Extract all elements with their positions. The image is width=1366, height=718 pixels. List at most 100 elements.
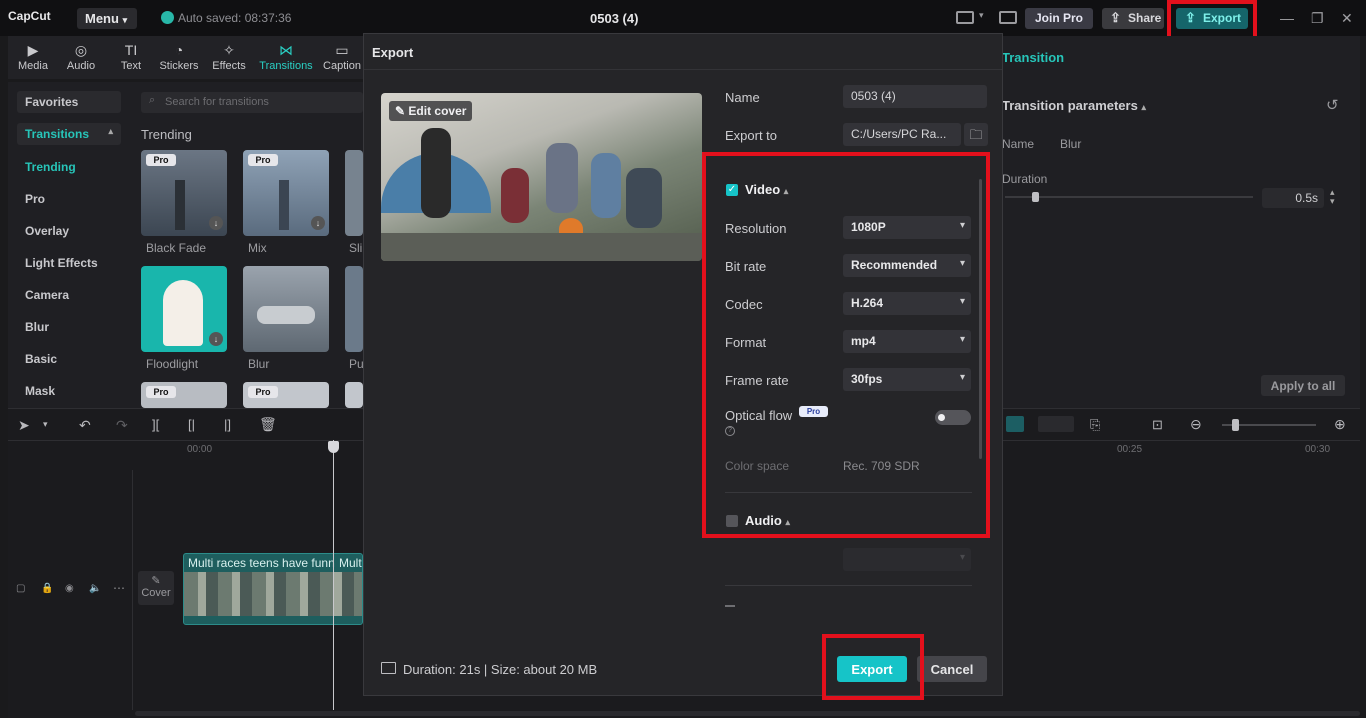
reset-icon[interactable]: ↺ xyxy=(1326,96,1339,114)
playhead-handle[interactable] xyxy=(328,441,339,453)
audio-icon[interactable]: 🔈 xyxy=(89,583,101,594)
dialog-divider xyxy=(364,69,1002,70)
playhead[interactable] xyxy=(333,440,334,710)
snap-toggle-icon[interactable] xyxy=(1006,416,1024,432)
transition-thumb-floodlight[interactable]: ↓ xyxy=(141,266,227,352)
share-button[interactable]: ⇪ Share xyxy=(1102,8,1164,29)
tool-audio[interactable]: ◎ Audio xyxy=(57,42,105,72)
eye-icon[interactable]: ◉ xyxy=(65,583,74,594)
transition-thumb-slide[interactable] xyxy=(345,150,363,236)
sidebar-item-light-effects[interactable]: Light Effects xyxy=(25,256,98,270)
more-icon[interactable]: ⋯ xyxy=(113,581,125,595)
transition-thumb[interactable]: Pro xyxy=(141,382,227,408)
export-to-label: Export to xyxy=(725,128,778,143)
track-header-divider xyxy=(132,470,133,710)
thumb-label: Blur xyxy=(248,357,270,371)
name-input[interactable]: 0503 (4) xyxy=(843,85,987,108)
menu-button[interactable]: Menu ▾ xyxy=(77,8,137,29)
audio-format-select[interactable]: ▾ xyxy=(843,548,971,571)
lock-icon[interactable]: 🔒 xyxy=(41,583,53,594)
helicopter-graphic xyxy=(257,306,315,324)
duration-input[interactable]: 0.5s xyxy=(1262,188,1324,208)
duration-slider[interactable] xyxy=(1005,196,1253,198)
apply-to-all-button[interactable]: Apply to all xyxy=(1261,375,1345,396)
undo-icon[interactable]: ↶ xyxy=(79,417,91,434)
join-pro-button[interactable]: Join Pro xyxy=(1025,8,1093,29)
tool-transitions[interactable]: ⋈ Transitions xyxy=(257,42,315,72)
cancel-button[interactable]: Cancel xyxy=(917,656,987,682)
transition-thumb-black-fade[interactable]: Pro ↓ xyxy=(141,150,227,236)
tab-transition[interactable]: Transition xyxy=(1002,50,1064,65)
zoom-out-icon[interactable]: ⊖ xyxy=(1190,416,1202,433)
sidebar-item-camera[interactable]: Camera xyxy=(25,288,69,302)
sidebar-label: Transitions xyxy=(25,127,90,141)
transitions-icon: ⋈ xyxy=(279,42,293,58)
delete-icon[interactable]: 🗑 xyxy=(259,416,277,433)
sidebar-item-blur[interactable]: Blur xyxy=(25,320,49,334)
person-graphic xyxy=(591,153,621,218)
video-clip[interactable]: Multi races teens have funn Mult xyxy=(183,553,363,625)
download-icon[interactable]: ↓ xyxy=(311,216,325,230)
text-icon: TI xyxy=(124,42,138,58)
caption-icon: ▭ xyxy=(335,42,349,58)
chevron-down-icon[interactable]: ▾ xyxy=(979,10,984,21)
sidebar-item-transitions[interactable]: Transitions ▴ xyxy=(17,123,121,145)
cover-preview[interactable]: ✎ Edit cover xyxy=(381,93,702,261)
search-input[interactable]: Search for transitions xyxy=(141,92,363,113)
person-graphic xyxy=(421,128,451,218)
dialog-title: Export xyxy=(372,45,414,60)
sidebar-item-basic[interactable]: Basic xyxy=(25,352,57,366)
chevron-down-icon[interactable]: ▾ xyxy=(43,419,48,430)
transition-thumb-mix[interactable]: Pro ↓ xyxy=(243,150,329,236)
timeline-scrollbar[interactable] xyxy=(135,711,1360,716)
transition-thumb[interactable] xyxy=(345,382,363,408)
cover-button[interactable]: ✎ Cover xyxy=(138,571,174,605)
pro-badge: Pro xyxy=(248,386,278,398)
chevron-down-icon: ▾ xyxy=(959,552,965,563)
download-icon[interactable]: ↓ xyxy=(209,332,223,346)
export-path-input[interactable]: C:/Users/PC Ra... xyxy=(843,123,961,146)
download-icon[interactable]: ↓ xyxy=(209,216,223,230)
thumb-label: Black Fade xyxy=(146,241,207,255)
track-toggle-icon[interactable]: ▢ xyxy=(16,583,25,594)
tool-stickers[interactable]: ◔ Stickers xyxy=(155,42,203,72)
sidebar-item-favorites[interactable]: Favorites xyxy=(17,91,121,113)
tool-caption[interactable]: ▭ Caption xyxy=(318,42,366,72)
autosave-status: Auto saved: 08:37:36 xyxy=(161,11,291,25)
redo-icon[interactable]: ↷ xyxy=(116,417,128,434)
zoom-in-icon[interactable]: ⊕ xyxy=(1334,416,1346,433)
maximize-icon[interactable]: ❐ xyxy=(1311,10,1324,27)
duration-slider-thumb[interactable] xyxy=(1031,192,1039,202)
preview-axis-icon[interactable]: ⎘ xyxy=(1090,417,1100,433)
edit-cover-button[interactable]: ✎ Edit cover xyxy=(389,101,473,121)
sidebar-item-pro[interactable]: Pro xyxy=(25,192,45,206)
minimize-icon[interactable]: — xyxy=(1280,10,1294,26)
tool-text[interactable]: TI Text xyxy=(107,42,155,72)
link-toggle-icon[interactable] xyxy=(1038,416,1074,432)
transition-thumb-blur[interactable] xyxy=(243,266,329,352)
params-title[interactable]: Transition parameters ▴ xyxy=(1002,98,1146,113)
transition-thumb[interactable]: Pro xyxy=(243,382,329,408)
sidebar-item-trending[interactable]: Trending xyxy=(25,160,76,174)
tool-media[interactable]: ▶ Media xyxy=(9,42,57,72)
transition-thumb-pull[interactable] xyxy=(345,266,363,352)
stepper-icon[interactable]: ▴ ▾ xyxy=(1330,188,1335,206)
audio-icon: ◎ xyxy=(74,42,88,58)
tool-effects[interactable]: ✧ Effects xyxy=(205,42,253,72)
sidebar-item-overlay[interactable]: Overlay xyxy=(25,224,69,238)
name-label: Name xyxy=(1002,137,1035,151)
layout-icon[interactable] xyxy=(956,11,974,24)
folder-icon[interactable]: 🗀 xyxy=(964,123,988,146)
trim-right-icon[interactable]: |] xyxy=(224,417,231,432)
collapsed-section-icon[interactable] xyxy=(725,605,735,607)
select-tool-icon[interactable]: ➤ xyxy=(18,417,30,434)
split-icon[interactable]: ][ xyxy=(152,417,159,432)
keyboard-icon[interactable] xyxy=(999,11,1017,24)
fit-icon[interactable]: ⊡ xyxy=(1152,417,1163,433)
media-icon: ▶ xyxy=(27,42,39,58)
zoom-slider-thumb[interactable] xyxy=(1232,419,1239,431)
close-icon[interactable]: ✕ xyxy=(1341,10,1353,27)
tower-graphic xyxy=(279,180,289,230)
sidebar-item-mask[interactable]: Mask xyxy=(25,384,55,398)
trim-left-icon[interactable]: [| xyxy=(188,417,195,432)
